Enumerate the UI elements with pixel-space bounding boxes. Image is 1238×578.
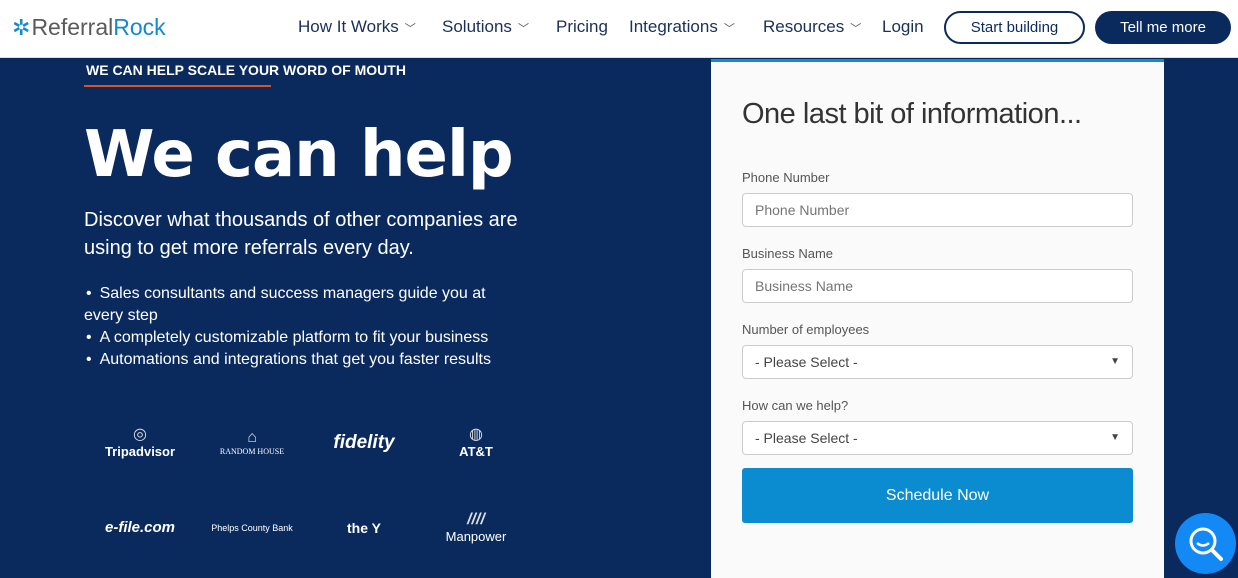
referralrock-logo[interactable]: ✲ Referral Rock — [12, 14, 166, 41]
list-item: Automations and integrations that get yo… — [84, 349, 529, 371]
random-house-logo: ⌂ RANDOM HOUSE — [219, 429, 285, 456]
nav-resources[interactable]: Resources ﹀ — [763, 17, 861, 37]
logo-text-accent: Rock — [113, 14, 166, 40]
fidelity-logo: fidelity — [333, 431, 395, 453]
eyebrow-underline — [84, 85, 271, 87]
hero-title: We can help — [84, 118, 514, 192]
nav-login[interactable]: Login — [882, 17, 924, 37]
efile-logo: e-file.com — [104, 519, 176, 536]
customer-logos: ◎ Tripadvisor ⌂ RANDOM HOUSE fidelity ◍ AT&… — [84, 420, 506, 550]
nav-how-it-works[interactable]: How It Works ﹀ — [298, 17, 416, 37]
start-building-button[interactable]: Start building — [944, 11, 1085, 44]
help-label: How can we help? — [742, 398, 849, 413]
chevron-down-icon: ﹀ — [850, 23, 862, 35]
benefits-list: Sales consultants and success managers g… — [84, 283, 529, 371]
tripadvisor-logo: ◎ Tripadvisor — [104, 426, 176, 459]
ymca-logo: the Y — [347, 519, 381, 536]
chevron-down-icon: ﹀ — [723, 23, 735, 35]
eyebrow-text: WE CAN HELP SCALE YOUR WORD OF MOUTH — [86, 62, 406, 78]
search-icon — [1189, 527, 1223, 561]
att-logo: ◍ AT&T — [459, 426, 493, 459]
help-select[interactable]: - Please Select - ▼ — [742, 421, 1133, 455]
gear-icon: ✲ — [12, 14, 31, 40]
phelps-county-bank-logo: Phelps County Bank — [211, 522, 293, 533]
nav-pricing[interactable]: Pricing — [556, 17, 608, 37]
top-navbar: ✲ Referral Rock How It Works ﹀ Solutions ﹀ P… — [0, 0, 1238, 58]
employees-select[interactable]: - Please Select - ▼ — [742, 345, 1133, 379]
tell-me-more-button[interactable]: Tell me more — [1095, 11, 1231, 44]
employees-label: Number of employees — [742, 322, 870, 337]
business-name-input[interactable] — [742, 269, 1133, 303]
phone-input[interactable] — [742, 193, 1133, 227]
list-item: A completely customizable platform to fi… — [84, 327, 529, 349]
chevron-down-icon: ﹀ — [517, 23, 529, 35]
nav-solutions[interactable]: Solutions ﹀ — [442, 17, 529, 37]
list-item: Sales consultants and success managers g… — [84, 283, 529, 327]
chevron-down-icon: ﹀ — [404, 23, 416, 35]
manpower-logo: ////Manpower — [445, 511, 507, 544]
schedule-now-button[interactable]: Schedule Now — [742, 468, 1133, 523]
chevron-down-icon: ▼ — [1110, 356, 1120, 367]
logo-text: Referral — [31, 14, 114, 40]
chevron-down-icon: ▼ — [1110, 432, 1120, 443]
search-chat-button[interactable] — [1175, 513, 1236, 574]
hero-subtitle: Discover what thousands of other compani… — [84, 209, 518, 259]
contact-form: One last bit of information... Phone Num… — [711, 59, 1164, 578]
business-label: Business Name — [742, 246, 834, 261]
phone-label: Phone Number — [742, 170, 830, 185]
form-title: One last bit of information... — [742, 98, 1082, 130]
nav-integrations[interactable]: Integrations ﹀ — [629, 17, 735, 37]
